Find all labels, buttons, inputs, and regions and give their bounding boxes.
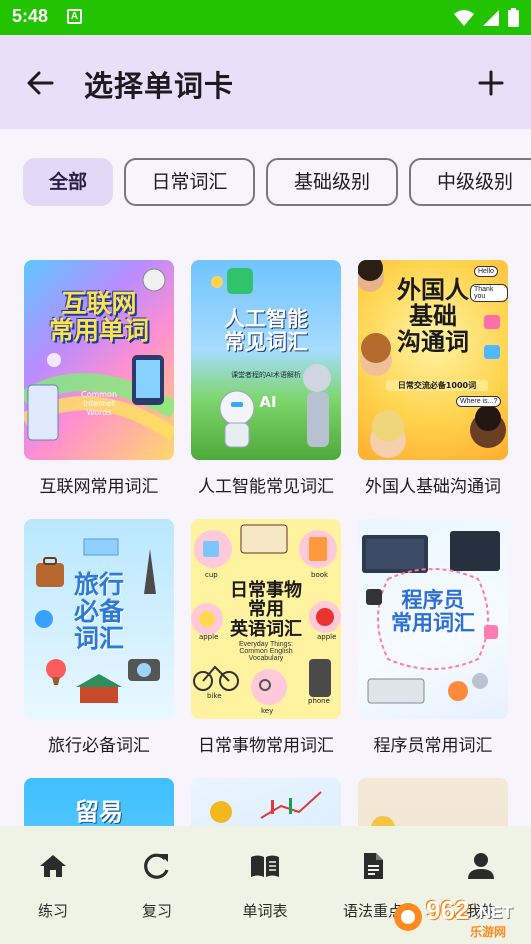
- cover-subtitle: Everyday Things: Common English Vocabula…: [239, 641, 293, 662]
- home-icon: [40, 855, 66, 877]
- cover-title: 旅行 必备 词汇: [73, 570, 124, 653]
- cover-image: 互联网 常用单词 Common Internet Words: [24, 260, 174, 460]
- watermark-suffix: .NET: [474, 903, 513, 922]
- cover-title: 日常事物 常用 英语词汇: [230, 580, 302, 640]
- nav-review[interactable]: 复习: [104, 826, 210, 944]
- cover-subtitle: 日常交流必备1000词: [386, 380, 488, 391]
- person-icon: [468, 853, 494, 879]
- card-travel[interactable]: 旅行 必备 词汇 旅行必备词汇: [24, 519, 174, 756]
- cover-ai-text: AI: [259, 393, 277, 411]
- cover-subtitle: Common Internet Words: [80, 390, 118, 417]
- notification-a-icon: A: [67, 9, 82, 24]
- status-bar: 5:48 A: [0, 0, 531, 35]
- tag-phone: phone: [308, 697, 330, 705]
- add-icon[interactable]: [473, 65, 509, 101]
- cover-subtitle: 课堂者程的AI术语解析: [231, 371, 301, 379]
- back-arrow-icon[interactable]: [22, 65, 58, 101]
- card-label: 外国人基础沟通词: [365, 477, 501, 497]
- tag-apple-left: apple: [199, 633, 219, 641]
- nav-practice[interactable]: 练习: [0, 826, 106, 944]
- tag-book: book: [311, 571, 329, 579]
- refresh-icon: [144, 853, 169, 879]
- watermark-logo: 962 .NET 乐游网: [392, 893, 528, 939]
- tag-apple-right: apple: [317, 633, 337, 641]
- watermark-number: 962: [426, 895, 470, 925]
- card-label: 人工智能常见词汇: [198, 477, 334, 497]
- chip-daily[interactable]: 日常词汇: [124, 158, 255, 206]
- page-title: 选择单词卡: [84, 69, 235, 103]
- card-everyday[interactable]: 日常事物 常用 英语词汇 Everyday Things: Common Eng…: [191, 519, 341, 756]
- tag-cup: cup: [205, 571, 218, 579]
- cover-image: 人工智能 常见词汇 课堂者程的AI术语解析 AI: [191, 260, 341, 460]
- tag-bike: bike: [207, 692, 222, 700]
- card-internet[interactable]: 互联网 常用单词 Common Internet Words 互联网常用词汇: [24, 260, 174, 497]
- chip-basic[interactable]: 基础级别: [266, 158, 398, 206]
- chip-intermediate[interactable]: 中级级别: [409, 158, 531, 206]
- card-label: 日常事物常用词汇: [198, 736, 334, 756]
- status-time: 5:48: [12, 6, 49, 26]
- cover-art: [211, 268, 331, 448]
- status-icons: [454, 8, 519, 27]
- cover-image: 日常事物 常用 英语词汇 Everyday Things: Common Eng…: [191, 519, 341, 719]
- bubble-where-is: Where is...?: [456, 396, 502, 407]
- cover-title: 留易: [75, 798, 123, 826]
- card-programmer[interactable]: 程序员 常用词汇 程序员常用词汇: [358, 519, 508, 756]
- cover-image: Hello Thank you Where is...? 外国人 基础 沟通词 …: [358, 260, 508, 460]
- wifi-icon: [454, 9, 474, 26]
- nav-wordlist[interactable]: 单词表: [212, 826, 318, 944]
- cover-title: 互联网 常用单词: [48, 289, 149, 345]
- cover-image: 旅行 必备 词汇: [24, 519, 174, 719]
- card-foreigners[interactable]: Hello Thank you Where is...? 外国人 基础 沟通词 …: [358, 260, 508, 497]
- book-icon: [251, 855, 279, 877]
- chip-all[interactable]: 全部: [23, 158, 113, 206]
- app-bar: 选择单词卡: [0, 35, 531, 129]
- cover-title: 外国人 基础 沟通词: [397, 276, 469, 356]
- nav-label: 练习: [37, 902, 68, 920]
- card-ai[interactable]: 人工智能 常见词汇 课堂者程的AI术语解析 AI 人工智能常见词汇: [191, 260, 341, 497]
- card-label: 旅行必备词汇: [48, 736, 150, 756]
- tag-key: key: [261, 707, 274, 715]
- battery-icon: [508, 8, 519, 27]
- cover-image: 程序员 常用词汇: [358, 519, 508, 719]
- card-label: 互联网常用词汇: [39, 477, 159, 497]
- nav-label: 单词表: [242, 902, 288, 920]
- document-icon: [364, 853, 383, 879]
- cover-title: 人工智能 常见词汇: [224, 307, 308, 354]
- card-label: 程序员常用词汇: [373, 736, 493, 756]
- watermark-sub: 乐游网: [470, 925, 507, 939]
- signal-icon: [483, 9, 499, 26]
- nav-label: 复习: [141, 902, 172, 920]
- cover-title: 程序员 常用词汇: [391, 588, 475, 635]
- bubble-hello: Hello: [474, 266, 498, 277]
- filter-chips: 全部 日常词汇 基础级别 中级级别: [0, 158, 531, 208]
